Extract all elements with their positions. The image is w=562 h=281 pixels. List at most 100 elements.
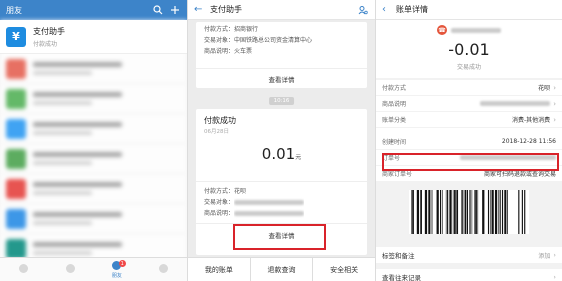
list-item-name: 支付助手 — [33, 26, 65, 36]
list-item-pay-assistant[interactable]: ¥ 支付助手 付款成功 — [0, 20, 187, 54]
pay-assistant-header: ← 支付助手 — [188, 0, 375, 20]
list-item[interactable] — [0, 174, 187, 204]
avatar — [6, 148, 26, 169]
chevron-right-icon: › — [553, 273, 556, 281]
tab-friends[interactable]: 朋友 1 — [94, 258, 141, 281]
tags-notes-label: 标签和备注 — [382, 252, 415, 260]
bill-info-value — [430, 100, 551, 107]
conversation-list — [0, 20, 187, 281]
bottom-tab-bar: 朋友 1 — [0, 257, 187, 281]
merchant-logo-icon: ☎ — [437, 25, 447, 35]
bill-info-row[interactable]: 付款方式 花呗 › — [376, 80, 562, 96]
info-label: 交易对象： — [204, 37, 235, 44]
avatar — [6, 208, 26, 229]
bill-info-value: 消费-其他消费 — [512, 117, 551, 124]
profile-icon[interactable] — [357, 4, 369, 16]
payment-amount-value: 0.01 — [261, 145, 296, 163]
search-icon[interactable] — [152, 4, 164, 16]
avatar — [6, 88, 26, 109]
menu-security[interactable]: 安全相关 — [313, 258, 375, 281]
list-item[interactable] — [0, 54, 187, 84]
view-records-label: 查看往来记录 — [382, 274, 421, 281]
back-chevron-icon[interactable]: ‹ — [382, 4, 396, 15]
info-label: 交易对象： — [204, 199, 235, 206]
friends-panel: 朋友 ¥ 支付助手 付款成功 朋友 1 — [0, 0, 187, 281]
info-row: 付款方式： 招商银行 — [196, 24, 367, 35]
highlight-box-order-number — [382, 153, 559, 171]
info-label: 商品说明： — [204, 48, 235, 55]
tags-notes-value: 添加 — [538, 252, 551, 260]
info-label: 付款方式： — [204, 188, 235, 195]
view-details-link-previous[interactable]: 查看详情 — [196, 68, 367, 88]
bill-info-label: 账单分类 — [382, 117, 407, 124]
payment-card-date: 06月28日 — [204, 129, 229, 135]
payment-amount-unit: 元 — [295, 154, 302, 161]
avatar — [6, 178, 26, 199]
list-item-preview: 付款成功 — [33, 40, 58, 48]
home-icon — [18, 264, 28, 273]
bill-info-row: 创建时间 2018-12-28 11:56 — [376, 134, 562, 150]
merchant-row: ☎ — [376, 25, 562, 35]
friends-title: 朋友 — [6, 5, 22, 15]
info-row: 商品说明： 火车票 — [196, 46, 367, 57]
info-row: 付款方式： 花呗 — [196, 186, 367, 197]
menu-refund-query[interactable]: 退款查询 — [251, 258, 314, 281]
list-item[interactable] — [0, 84, 187, 114]
pay-assistant-panel: ← 支付助手 付款方式： 招商银行 交易对象： 中国铁路总公司资金清算中心 商品说明：火… — [188, 0, 375, 281]
add-icon[interactable] — [169, 4, 181, 16]
avatar — [6, 238, 26, 259]
tab-mine[interactable] — [140, 258, 187, 281]
info-label: 付款方式： — [204, 26, 235, 33]
info-row: 交易对象： — [196, 197, 367, 208]
highlight-box-view-details — [233, 224, 326, 250]
bill-detail-panel: ‹ 账单详情 ☎ -0.01 交易成功 付款方式 花呗 › 商品说明 › 账单分类 消费-其… — [376, 0, 562, 281]
unread-badge: 1 — [118, 260, 126, 267]
info-value — [234, 208, 305, 219]
tab-friends-label: 朋友 — [111, 272, 122, 279]
tags-notes-row[interactable]: 标签和备注 添加 › — [376, 247, 562, 263]
list-item[interactable] — [0, 144, 187, 174]
merchant-barcode[interactable] — [409, 190, 529, 234]
mine-icon — [159, 264, 169, 273]
bill-summary: ☎ -0.01 交易成功 — [376, 20, 562, 78]
bill-info-value: 花呗 — [538, 85, 551, 92]
view-records-row[interactable]: 查看往来记录 › — [376, 269, 562, 281]
bill-info-label: 商品说明 — [382, 101, 407, 108]
pay-assistant-title: 支付助手 — [210, 5, 242, 14]
menu-my-bills[interactable]: 我的账单 — [188, 258, 251, 281]
bill-detail-title: 账单详情 — [396, 5, 428, 14]
info-row: 交易对象： 中国铁路总公司资金清算中心 — [196, 35, 367, 46]
payment-amount: 0.01元 — [196, 145, 367, 163]
friends-header: 朋友 — [0, 0, 187, 20]
payment-card-previous: 付款方式： 招商银行 交易对象： 中国铁路总公司资金清算中心 商品说明： 火车票 查看详情 — [196, 22, 367, 88]
tab-home[interactable] — [0, 258, 47, 281]
list-item[interactable] — [0, 114, 187, 144]
info-label: 商品说明： — [204, 210, 235, 217]
bill-status: 交易成功 — [456, 64, 481, 71]
list-item[interactable] — [0, 204, 187, 234]
info-value: 招商银行 — [234, 26, 259, 33]
tab-koubei[interactable] — [47, 258, 94, 281]
info-value: 花呗 — [234, 188, 247, 195]
pay-assistant-icon: ¥ — [6, 26, 26, 47]
bill-info-label: 付款方式 — [382, 85, 407, 92]
merchant-name-redacted — [451, 27, 501, 33]
bill-info-row[interactable]: 账单分类 消费-其他消费 › — [376, 112, 562, 128]
bill-detail-header: ‹ 账单详情 — [376, 0, 562, 20]
back-arrow-icon[interactable]: ← — [194, 4, 210, 15]
info-value: 火车票 — [234, 48, 253, 55]
avatar — [6, 58, 26, 79]
bill-info-row[interactable]: 商品说明 › — [376, 96, 562, 112]
chevron-right-icon: › — [553, 115, 556, 124]
bill-info-label: 创建时间 — [382, 139, 407, 146]
avatar — [6, 118, 26, 139]
koubei-icon — [65, 264, 75, 273]
message-time: 10:16 — [268, 97, 295, 105]
payment-card-title: 付款成功 — [204, 116, 236, 125]
info-row: 商品说明： — [196, 208, 367, 219]
bill-info-value: 2018-12-28 11:56 — [501, 138, 556, 145]
chevron-right-icon: › — [553, 99, 556, 108]
chevron-right-icon: › — [553, 83, 556, 92]
chevron-right-icon: › — [553, 251, 556, 259]
pay-assistant-menu: 我的账单 退款查询 安全相关 — [188, 257, 375, 281]
